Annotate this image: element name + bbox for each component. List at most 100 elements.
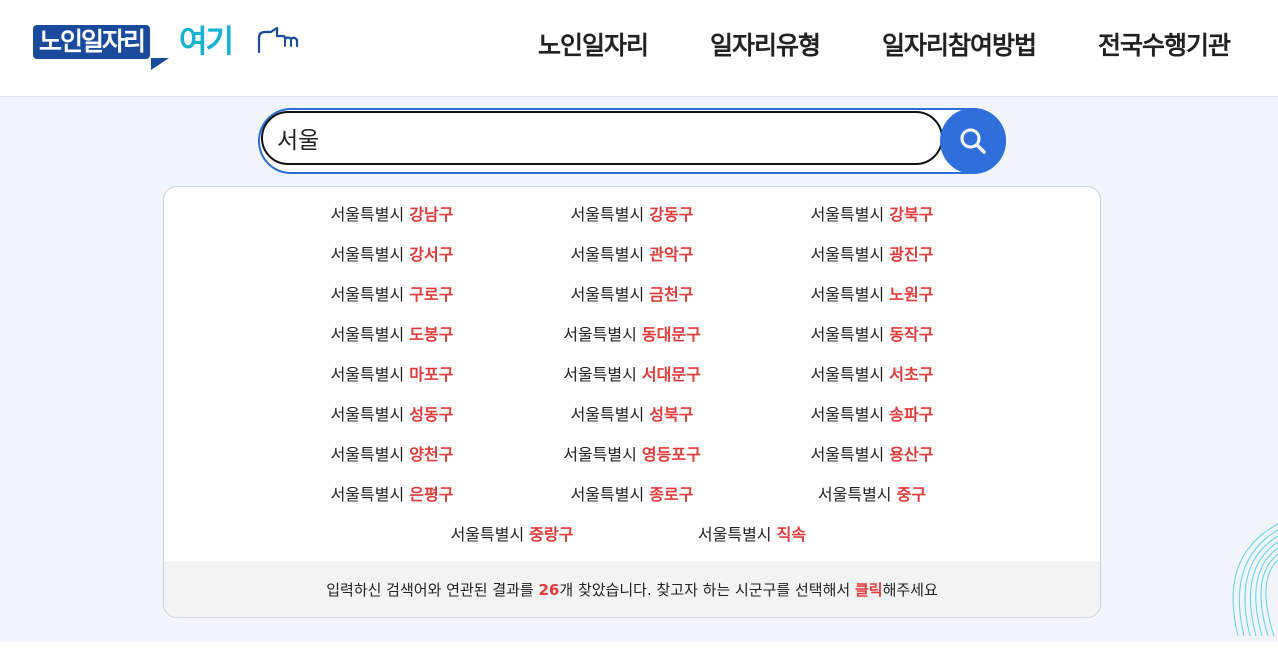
search-input[interactable] bbox=[261, 111, 943, 165]
site-header: 노인일자리 여기 노인일자리 일자리유형 일자리참여방법 전국수행기관 bbox=[0, 0, 1278, 97]
logo-speech-tail bbox=[151, 58, 169, 70]
main-area: 서울특별시 강남구서울특별시 강동구서울특별시 강북구서울특별시 강서구서울특별… bbox=[0, 97, 1278, 642]
result-item[interactable]: 서울특별시 동대문구 bbox=[512, 315, 752, 355]
result-district: 용산구 bbox=[889, 445, 934, 464]
result-city: 서울특별시 bbox=[570, 285, 645, 304]
result-district: 광진구 bbox=[889, 245, 934, 264]
result-city: 서울특별시 bbox=[697, 525, 772, 544]
result-district: 은평구 bbox=[409, 485, 454, 504]
result-district: 직속 bbox=[776, 525, 807, 544]
result-district: 강남구 bbox=[409, 205, 454, 224]
result-district: 성북구 bbox=[649, 405, 694, 424]
result-district: 관악구 bbox=[649, 245, 694, 264]
result-item[interactable]: 서울특별시 양천구 bbox=[272, 435, 512, 475]
result-city: 서울특별시 bbox=[570, 485, 645, 504]
nav-senior-jobs[interactable]: 노인일자리 bbox=[538, 28, 649, 64]
result-district: 마포구 bbox=[409, 365, 454, 384]
result-item[interactable]: 서울특별시 관악구 bbox=[512, 235, 752, 275]
summary-suffix: 해주세요 bbox=[882, 581, 938, 599]
result-district: 중랑구 bbox=[529, 525, 574, 544]
autocomplete-panel: 서울특별시 강남구 서울특별시 강동구 서울특별시 강북구 서울특별시 강서구 서울특별… bbox=[163, 186, 1101, 618]
result-item[interactable]: 서울특별시 영등포구 bbox=[512, 435, 752, 475]
result-city: 서울특별시 bbox=[330, 285, 405, 304]
result-item[interactable]: 서울특별시 광진구 bbox=[752, 235, 992, 275]
result-item[interactable]: 서울특별시 용산구 bbox=[752, 435, 992, 475]
result-district: 금천구 bbox=[649, 285, 694, 304]
result-item[interactable]: 서울특별시 노원구 bbox=[752, 275, 992, 315]
result-city: 서울특별시 bbox=[810, 445, 885, 464]
result-district: 양천구 bbox=[409, 445, 454, 464]
search-icon bbox=[960, 128, 986, 154]
summary-prefix: 입력하신 검색어와 연관된 결과를 bbox=[326, 581, 539, 599]
result-district: 서대문구 bbox=[641, 365, 701, 384]
search-bar bbox=[258, 108, 1006, 174]
result-city: 서울특별시 bbox=[817, 485, 892, 504]
nav-job-types[interactable]: 일자리유형 bbox=[710, 28, 821, 64]
result-item[interactable]: 서울특별시 서초구 bbox=[752, 355, 992, 395]
result-city: 서울특별시 bbox=[570, 205, 645, 224]
result-city: 서울특별시 bbox=[330, 485, 405, 504]
result-item[interactable]: 서울특별시 은평구 bbox=[272, 475, 512, 515]
result-city: 서울특별시 bbox=[450, 525, 525, 544]
summary-click: 클릭 bbox=[854, 581, 883, 599]
result-item[interactable]: 서울특별시 강서구 bbox=[272, 235, 512, 275]
result-city: 서울특별시 bbox=[563, 325, 637, 344]
result-city: 서울특별시 bbox=[563, 365, 637, 384]
result-summary: 입력하신 검색어와 연관된 결과를 26개 찾았습니다. 찾고자 하는 시군구를… bbox=[164, 562, 1100, 617]
result-city: 서울특별시 bbox=[563, 445, 637, 464]
result-district: 강북구 bbox=[889, 205, 934, 224]
result-district: 송파구 bbox=[889, 405, 934, 424]
result-item[interactable]: 서울특별시 강남구 bbox=[272, 195, 512, 235]
nav-how-to-join[interactable]: 일자리참여방법 bbox=[882, 28, 1037, 64]
result-city: 서울특별시 bbox=[810, 365, 885, 384]
result-item[interactable]: 서울특별시 도봉구 bbox=[272, 315, 512, 355]
pointing-hand-icon bbox=[257, 26, 299, 54]
logo-main-text: 노인일자리 bbox=[33, 25, 151, 59]
result-city: 서울특별시 bbox=[330, 405, 405, 424]
site-logo[interactable]: 노인일자리 여기 bbox=[33, 20, 303, 70]
result-item[interactable]: 서울특별시 강동구 bbox=[512, 195, 752, 235]
result-item[interactable]: 서울특별시 성북구 bbox=[512, 395, 752, 435]
result-city: 서울특별시 bbox=[570, 245, 645, 264]
result-last-row: 서울특별시 중랑구 서울특별시 직속 bbox=[164, 515, 1100, 555]
result-city: 서울특별시 bbox=[330, 205, 405, 224]
result-item[interactable]: 서울특별시 구로구 bbox=[272, 275, 512, 315]
result-district: 성동구 bbox=[409, 405, 454, 424]
result-grid: 서울특별시 강남구 서울특별시 강동구 서울특별시 강북구 서울특별시 강서구 서울특별… bbox=[164, 195, 1100, 515]
result-item[interactable]: 서울특별시 송파구 bbox=[752, 395, 992, 435]
result-item[interactable]: 서울특별시 성동구 bbox=[272, 395, 512, 435]
result-city: 서울특별시 bbox=[810, 325, 885, 344]
result-item[interactable]: 서울특별시 서대문구 bbox=[512, 355, 752, 395]
result-item[interactable]: 서울특별시 종로구 bbox=[512, 475, 752, 515]
result-district: 동작구 bbox=[889, 325, 934, 344]
main-nav: 노인일자리 일자리유형 일자리참여방법 전국수행기관 bbox=[538, 28, 1231, 64]
result-item[interactable]: 서울특별시 동작구 bbox=[752, 315, 992, 355]
result-city: 서울특별시 bbox=[330, 325, 405, 344]
result-city: 서울특별시 bbox=[810, 285, 885, 304]
result-item[interactable]: 서울특별시 마포구 bbox=[272, 355, 512, 395]
result-district: 강서구 bbox=[409, 245, 454, 264]
summary-middle: 개 찾았습니다. 찾고자 하는 시군구를 선택해서 bbox=[559, 581, 855, 599]
result-district: 강동구 bbox=[649, 205, 694, 224]
result-count: 26 bbox=[538, 581, 560, 599]
result-city: 서울특별시 bbox=[810, 205, 885, 224]
result-city: 서울특별시 bbox=[330, 245, 405, 264]
result-district: 도봉구 bbox=[409, 325, 454, 344]
result-city: 서울특별시 bbox=[810, 405, 885, 424]
result-item[interactable]: 서울특별시 중구 bbox=[752, 475, 992, 515]
result-district: 영등포구 bbox=[641, 445, 701, 464]
logo-accent-text: 여기 bbox=[179, 24, 234, 60]
result-item[interactable]: 서울특별시 금천구 bbox=[512, 275, 752, 315]
result-district: 동대문구 bbox=[641, 325, 701, 344]
result-item[interactable]: 서울특별시 중랑구 bbox=[392, 515, 632, 555]
result-item[interactable]: 서울특별시 강북구 bbox=[752, 195, 992, 235]
result-city: 서울특별시 bbox=[570, 405, 645, 424]
result-district: 노원구 bbox=[889, 285, 934, 304]
decorative-rings bbox=[1232, 523, 1278, 636]
result-district: 서초구 bbox=[889, 365, 934, 384]
result-item[interactable]: 서울특별시 직속 bbox=[632, 515, 872, 555]
result-city: 서울특별시 bbox=[330, 445, 405, 464]
result-city: 서울특별시 bbox=[330, 365, 405, 384]
nav-agencies[interactable]: 전국수행기관 bbox=[1098, 28, 1231, 64]
search-button[interactable] bbox=[940, 108, 1006, 174]
